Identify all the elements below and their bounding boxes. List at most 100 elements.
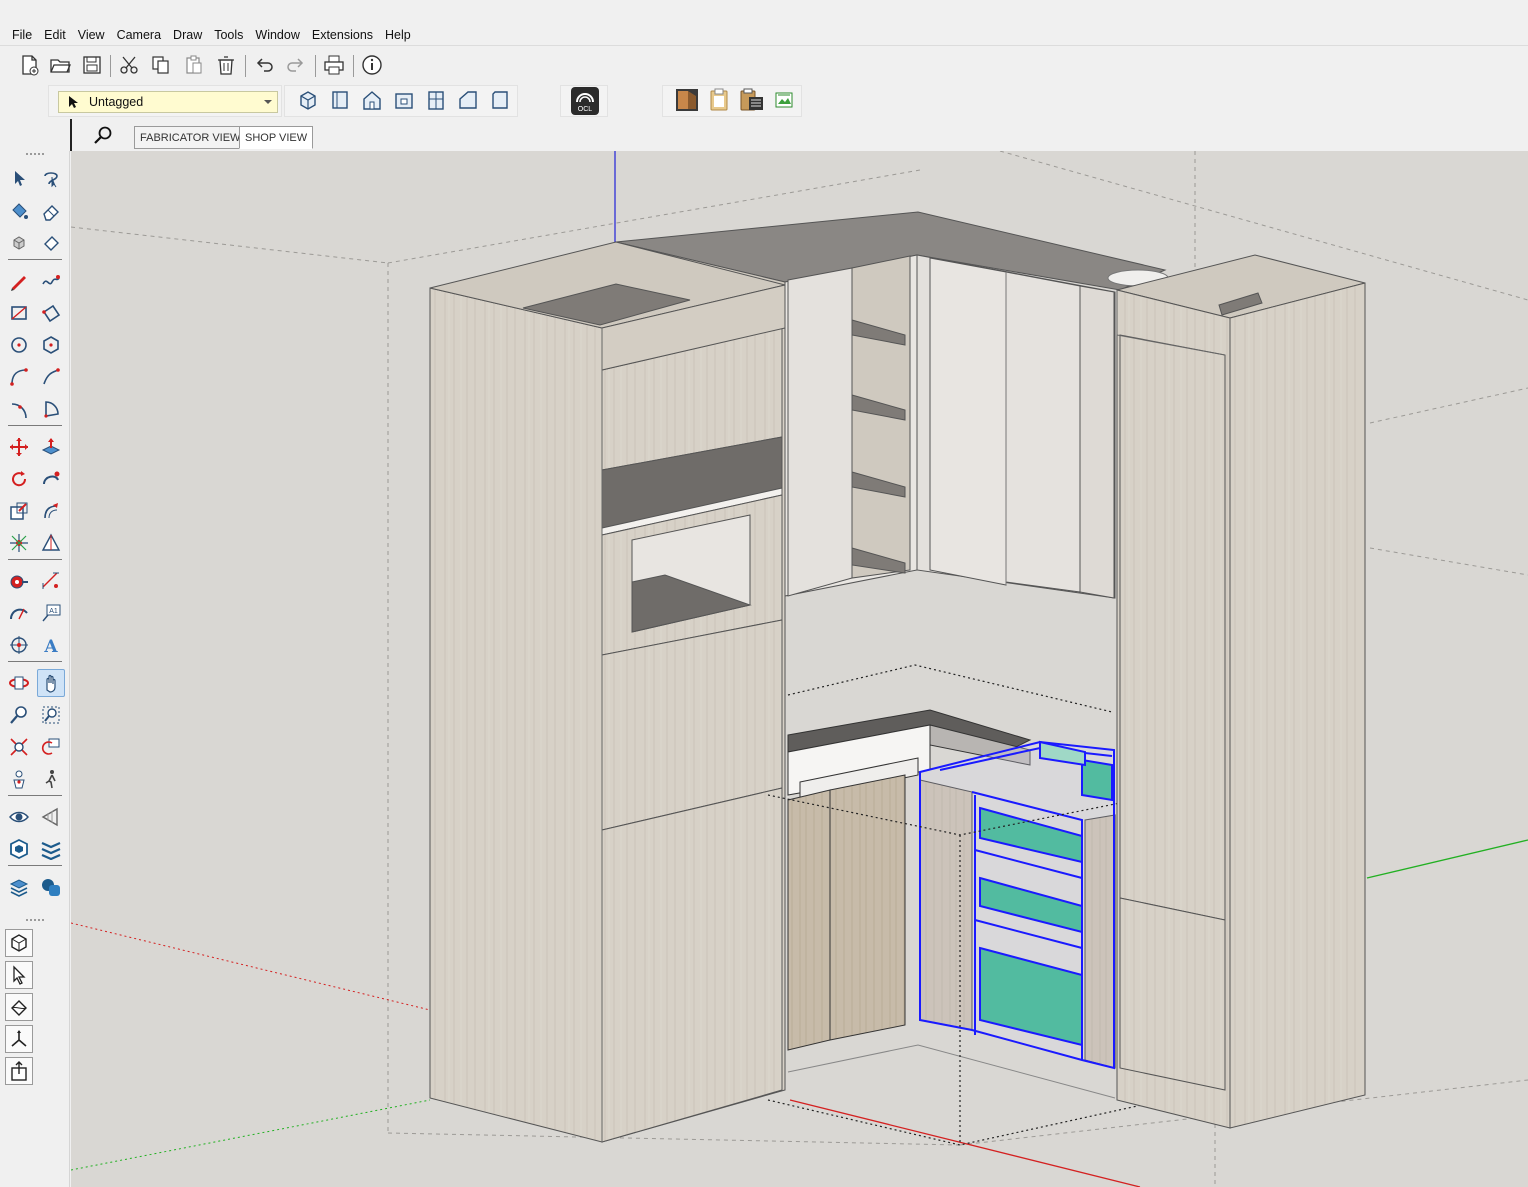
3d-text-icon[interactable]: A — [37, 631, 65, 659]
menu-window[interactable]: Window — [249, 24, 305, 46]
zoom-icon[interactable] — [5, 701, 33, 729]
top-view-icon[interactable] — [327, 87, 353, 113]
menu-bar: File Edit View Camera Draw Tools Window … — [0, 24, 1528, 46]
menu-file[interactable]: File — [6, 24, 38, 46]
menu-camera[interactable]: Camera — [111, 24, 167, 46]
selected-drawer-unit[interactable] — [919, 740, 1115, 1070]
materials-icon[interactable] — [5, 993, 33, 1021]
eraser-icon[interactable] — [37, 197, 65, 225]
menu-extensions[interactable]: Extensions — [306, 24, 379, 46]
new-file-icon[interactable] — [16, 52, 42, 78]
undo-icon[interactable] — [251, 52, 277, 78]
tab-shop-view[interactable]: SHOP VIEW — [239, 126, 314, 149]
tag-eraser-icon[interactable] — [37, 229, 65, 257]
save-icon[interactable] — [79, 52, 105, 78]
orbit-icon[interactable] — [5, 669, 33, 697]
layout-send-icon[interactable] — [5, 873, 33, 901]
zoom-window-icon[interactable] — [37, 701, 65, 729]
protractor-icon[interactable] — [5, 599, 33, 627]
toolbar-separator — [8, 795, 62, 796]
component-icon[interactable] — [5, 229, 33, 257]
redo-icon[interactable] — [283, 52, 309, 78]
svg-text:A1: A1 — [49, 608, 58, 615]
axes-tool-icon[interactable] — [5, 1025, 33, 1053]
look-around-icon[interactable] — [5, 803, 33, 831]
scale-icon[interactable] — [5, 497, 33, 525]
left-view-icon[interactable] — [455, 87, 481, 113]
select-arrow-icon[interactable] — [5, 961, 33, 989]
export-icon[interactable] — [5, 1057, 33, 1085]
cutlist-icon[interactable] — [739, 87, 765, 113]
iso-view-icon[interactable] — [295, 87, 321, 113]
kitchen-cabinet-model — [71, 151, 1528, 1187]
rotate-icon[interactable] — [5, 465, 33, 493]
arc-icon[interactable] — [5, 363, 33, 391]
rotated-rectangle-icon[interactable] — [37, 299, 65, 327]
delete-icon[interactable] — [213, 52, 239, 78]
solid-tools-icon[interactable] — [5, 529, 33, 557]
paint-bucket-icon[interactable] — [5, 197, 33, 225]
polygon-icon[interactable] — [37, 331, 65, 359]
pan-icon[interactable] — [37, 669, 65, 697]
position-camera-icon[interactable] — [5, 765, 33, 793]
pie-icon[interactable] — [37, 395, 65, 423]
toolbar-grip[interactable] — [26, 153, 44, 156]
zoom-extents-icon[interactable] — [5, 733, 33, 761]
circle-icon[interactable] — [5, 331, 33, 359]
warehouse-icon[interactable] — [5, 835, 33, 863]
back-view-icon[interactable] — [423, 87, 449, 113]
section-plane-icon[interactable] — [37, 529, 65, 557]
three-point-arc-icon[interactable] — [5, 395, 33, 423]
secondary-toolbar: Untagged OCL — [0, 83, 1528, 119]
shape-icon[interactable] — [37, 873, 65, 901]
tag-selector-value: Untagged — [89, 95, 144, 109]
tag-selector[interactable]: Untagged — [58, 91, 278, 113]
menu-draw[interactable]: Draw — [167, 24, 208, 46]
axes-icon[interactable] — [5, 631, 33, 659]
toolbar-separator — [245, 55, 246, 77]
component-box-icon[interactable] — [5, 929, 33, 957]
follow-me-icon[interactable] — [37, 465, 65, 493]
toolbar-grip[interactable] — [26, 919, 44, 922]
two-point-arc-icon[interactable] — [37, 363, 65, 391]
previous-view-icon[interactable] — [37, 733, 65, 761]
cabinet-tool-icon[interactable] — [674, 87, 700, 113]
rectangle-icon[interactable] — [5, 299, 33, 327]
text-label-icon[interactable]: A1 — [37, 599, 65, 627]
walk-icon[interactable] — [37, 765, 65, 793]
push-pull-icon[interactable] — [37, 433, 65, 461]
sketchup-window: File Edit View Camera Draw Tools Window … — [0, 0, 1528, 1187]
model-viewport[interactable] — [71, 151, 1528, 1187]
bottom-view-icon[interactable] — [487, 87, 513, 113]
select-icon[interactable] — [5, 165, 33, 193]
clipboard-icon[interactable] — [706, 87, 732, 113]
cut-icon[interactable] — [116, 52, 142, 78]
tab-fabricator-view[interactable]: FABRICATOR VIEW — [134, 126, 247, 149]
open-folder-icon[interactable] — [47, 52, 73, 78]
menu-help[interactable]: Help — [379, 24, 417, 46]
view-tabs-bar: FABRICATOR VIEW SHOP VIEW — [70, 119, 1528, 151]
front-view-icon[interactable] — [359, 87, 385, 113]
extension-warehouse-icon[interactable] — [37, 835, 65, 863]
freehand-icon[interactable] — [37, 267, 65, 295]
copy-icon[interactable] — [148, 52, 174, 78]
chevron-down-icon[interactable] — [259, 93, 277, 111]
export-sheet-icon[interactable] — [771, 87, 797, 113]
pencil-line-icon[interactable] — [5, 267, 33, 295]
move-icon[interactable] — [5, 433, 33, 461]
lasso-select-icon[interactable] — [37, 165, 65, 193]
toolbar-separator — [8, 661, 62, 662]
tape-measure-icon[interactable] — [5, 567, 33, 595]
menu-view[interactable]: View — [72, 24, 111, 46]
print-icon[interactable] — [321, 52, 347, 78]
search-icon[interactable] — [92, 125, 114, 147]
dimension-icon[interactable] — [37, 567, 65, 595]
section-display-icon[interactable] — [37, 803, 65, 831]
model-info-icon[interactable] — [359, 52, 385, 78]
paste-icon[interactable] — [181, 52, 207, 78]
menu-tools[interactable]: Tools — [208, 24, 249, 46]
right-view-icon[interactable] — [391, 87, 417, 113]
offset-icon[interactable] — [37, 497, 65, 525]
ocl-button[interactable]: OCL — [570, 86, 600, 116]
menu-edit[interactable]: Edit — [38, 24, 72, 46]
